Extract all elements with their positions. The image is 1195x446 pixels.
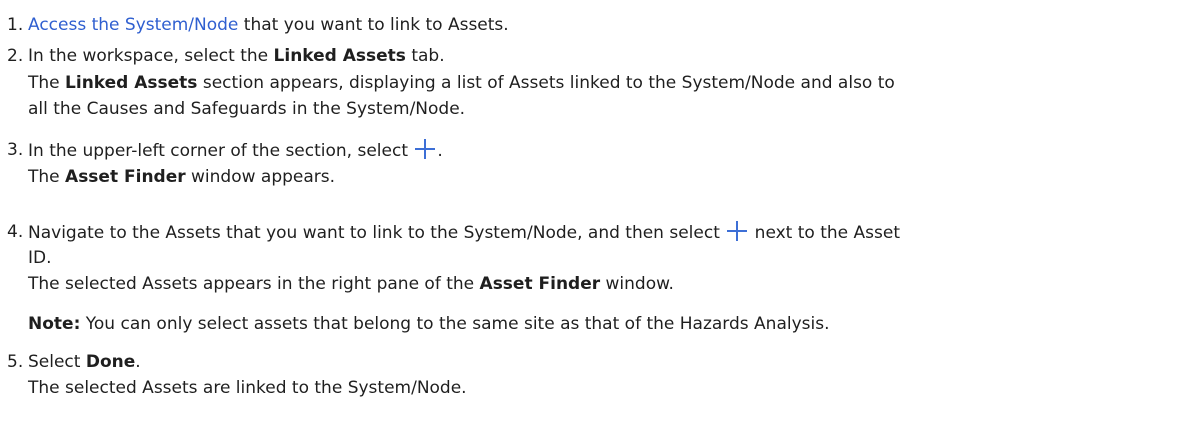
- plus-icon: [415, 139, 436, 159]
- step-4-number: 4.: [7, 222, 24, 242]
- step-3-text-before: In the upper-left corner of the section,…: [28, 141, 414, 161]
- step-4-result-before: The selected Assets appears in the right…: [28, 274, 480, 294]
- step-5-result-text: The selected Assets are linked to the Sy…: [28, 378, 467, 398]
- asset-finder-window-label: Asset Finder: [479, 274, 601, 294]
- step-3-result-after: window appears.: [185, 167, 336, 187]
- note-text: You can only select assets that belong t…: [80, 314, 830, 334]
- step-1-text: that you want to link to Assets.: [238, 15, 509, 35]
- step-5-text-before: Select: [28, 352, 86, 372]
- procedure-steps: 1. Access the System/Node that you want …: [0, 0, 1195, 446]
- step-2-result-line1: section appears, displaying a list of As…: [197, 73, 895, 93]
- step-2-result-before: The: [28, 73, 66, 93]
- step-4-text-line2: ID.: [28, 248, 52, 268]
- done-button-label: Done: [85, 352, 136, 372]
- step-4-result-after: window.: [600, 274, 674, 294]
- linked-assets-tab-label: Linked Assets: [273, 46, 406, 66]
- step-3-number: 3.: [7, 140, 24, 160]
- step-5-text-after: .: [135, 352, 141, 372]
- step-1-number: 1.: [7, 15, 24, 35]
- step-2-text-before: In the workspace, select the: [28, 46, 274, 66]
- step-3-text-after: .: [437, 141, 443, 161]
- plus-icon: [727, 221, 748, 241]
- note-label: Note:: [28, 314, 81, 334]
- step-4-text-before: Navigate to the Assets that you want to …: [28, 223, 726, 243]
- step-2-text-after: tab.: [405, 46, 445, 66]
- access-system-node-link[interactable]: Access the System/Node: [28, 15, 238, 35]
- step-2-number: 2.: [7, 46, 24, 66]
- step-4-text-after: next to the Asset: [749, 223, 900, 243]
- linked-assets-section-label: Linked Assets: [65, 73, 198, 93]
- step-5-number: 5.: [7, 352, 24, 372]
- step-3-result-before: The: [28, 167, 66, 187]
- step-2-result-line2: all the Causes and Safeguards in the Sys…: [28, 99, 466, 119]
- asset-finder-label: Asset Finder: [65, 167, 186, 187]
